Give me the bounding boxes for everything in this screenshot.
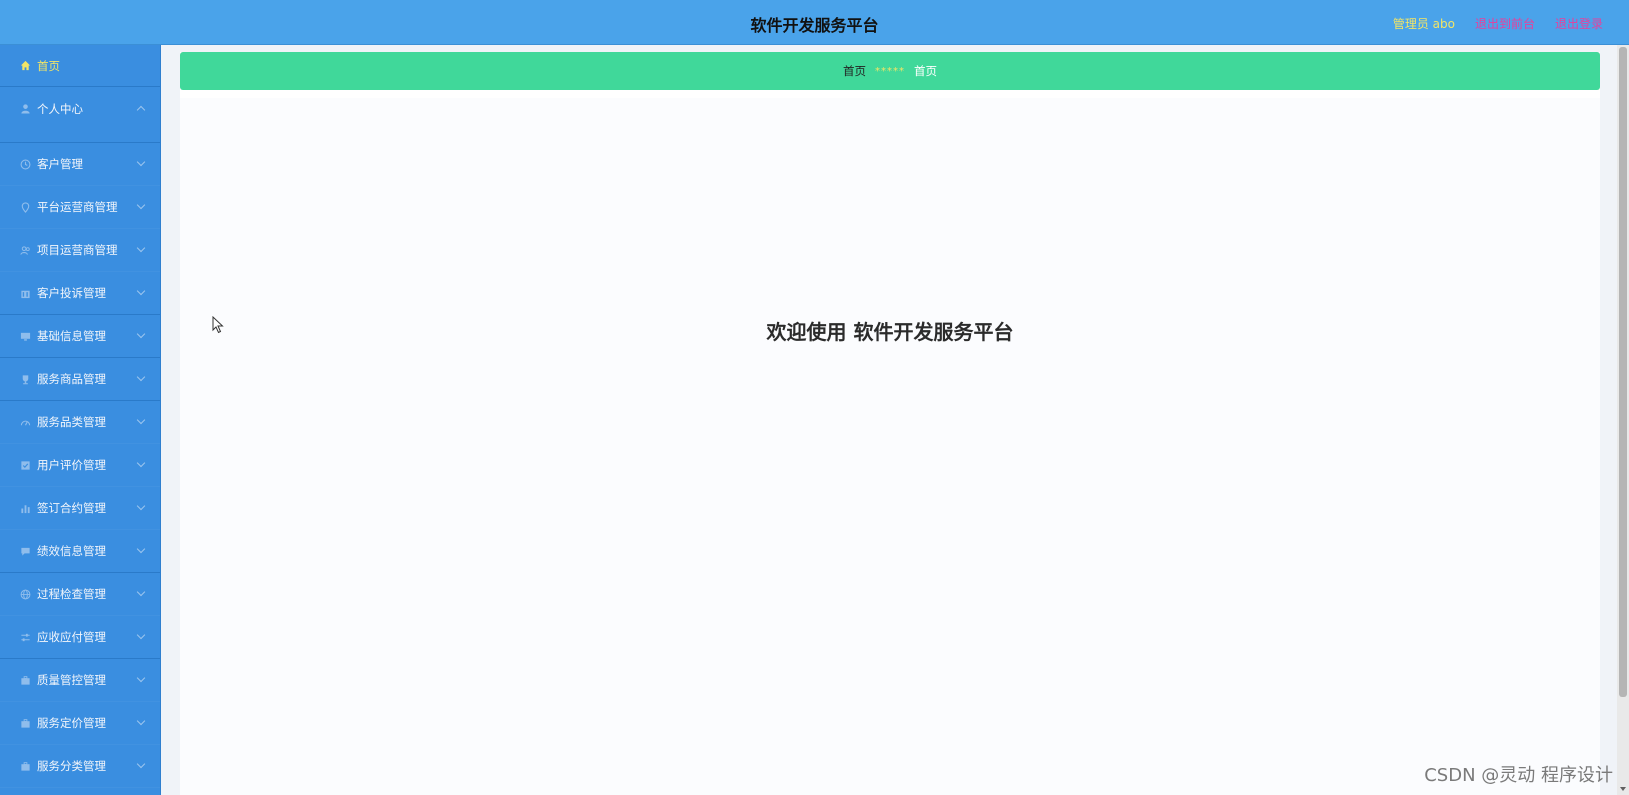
breadcrumb-current: 首页 [914, 64, 937, 78]
users-icon [19, 244, 31, 256]
sidebar-item-service-pricing[interactable]: 服务定价管理 [0, 702, 160, 745]
app-title: 软件开发服务平台 [750, 16, 879, 35]
sidebar-item-performance[interactable]: 绩效信息管理 [0, 530, 160, 573]
top-header: 软件开发服务平台 管理员 abo 退出到前台 退出登录 [0, 0, 1629, 45]
chevron-down-icon [136, 286, 146, 296]
chevron-down-icon [136, 630, 146, 640]
chevron-down-icon [136, 501, 146, 511]
chevron-down-icon [136, 157, 146, 167]
trophy-icon [19, 373, 31, 385]
chevron-down-icon [136, 716, 146, 726]
sidebar-item-contract[interactable]: 签订合约管理 [0, 487, 160, 530]
sidebar-item-label: 服务品类管理 [37, 415, 106, 429]
briefcase-icon [19, 760, 31, 772]
comment-icon [19, 545, 31, 557]
sidebar-item-service-classification[interactable]: 服务分类管理 [0, 745, 160, 788]
sidebar-item-label: 服务定价管理 [37, 716, 106, 730]
chevron-down-icon [136, 329, 146, 339]
breadcrumb: 首页 ***** 首页 [180, 52, 1600, 90]
main-content: 首页 ***** 首页 欢迎使用 软件开发服务平台 [180, 52, 1600, 795]
chevron-down-icon [136, 200, 146, 210]
watermark: CSDN @灵动 程序设计 [1424, 765, 1613, 786]
clock-icon [19, 158, 31, 170]
sidebar-item-customer[interactable]: 客户管理 [0, 143, 160, 186]
sidebar-item-customer-complaint[interactable]: 客户投诉管理 [0, 272, 160, 315]
home-icon [19, 60, 31, 72]
gauge-icon [19, 416, 31, 428]
logout-link[interactable]: 退出登录 [1555, 15, 1603, 32]
location-icon [19, 201, 31, 213]
sidebar: 首页 个人中心 客户管理 平台运营商管理 项目运营商管理 客户投诉管理 基础信息… [0, 45, 161, 795]
sliders-icon [19, 631, 31, 643]
chevron-down-icon [136, 759, 146, 769]
sidebar-item-label: 平台运营商管理 [37, 200, 118, 214]
chevron-down-icon [136, 415, 146, 425]
breadcrumb-home-link[interactable]: 首页 [843, 63, 866, 79]
bar-chart-icon [19, 502, 31, 514]
sidebar-item-label: 基础信息管理 [37, 329, 106, 343]
sidebar-item-label: 用户评价管理 [37, 458, 106, 472]
chevron-down-icon [136, 458, 146, 468]
sidebar-item-label: 绩效信息管理 [37, 544, 106, 558]
sidebar-item-home[interactable]: 首页 [0, 45, 160, 87]
sidebar-item-label: 质量管控管理 [37, 673, 106, 687]
sidebar-item-basic-info[interactable]: 基础信息管理 [0, 315, 160, 358]
chevron-down-icon [136, 243, 146, 253]
checkbox-icon [19, 459, 31, 471]
sidebar-item-label: 客户投诉管理 [37, 286, 106, 300]
sidebar-item-receivable-payable[interactable]: 应收应付管理 [0, 616, 160, 659]
monitor-icon [19, 330, 31, 342]
sidebar-item-label: 项目运营商管理 [37, 243, 118, 257]
page-body [180, 98, 1600, 795]
page-scrollbar[interactable] [1617, 45, 1629, 795]
chevron-up-icon [136, 105, 146, 114]
sidebar-item-platform-operator[interactable]: 平台运营商管理 [0, 186, 160, 229]
sidebar-item-process-check[interactable]: 过程检查管理 [0, 573, 160, 616]
sidebar-item-service-goods[interactable]: 服务商品管理 [0, 358, 160, 401]
sidebar-item-label: 服务商品管理 [37, 372, 106, 386]
chevron-down-icon [136, 372, 146, 382]
sidebar-item-label: 客户管理 [37, 157, 83, 171]
sidebar-item-label: 个人中心 [37, 101, 83, 116]
sidebar-item-user-review[interactable]: 用户评价管理 [0, 444, 160, 487]
sidebar-item-label: 服务分类管理 [37, 759, 106, 773]
sidebar-item-service-category[interactable]: 服务品类管理 [0, 401, 160, 444]
scrollbar-thumb[interactable] [1619, 47, 1627, 697]
briefcase-icon [19, 717, 31, 729]
building-icon [19, 287, 31, 299]
sidebar-item-label: 应收应付管理 [37, 630, 106, 644]
user-area: 管理员 abo 退出到前台 退出登录 [1393, 15, 1603, 32]
back-to-front-link[interactable]: 退出到前台 [1475, 15, 1535, 32]
sidebar-item-quality-control[interactable]: 质量管控管理 [0, 659, 160, 702]
breadcrumb-separator: ***** [875, 65, 905, 77]
welcome-heading: 欢迎使用 软件开发服务平台 [766, 320, 1014, 344]
chevron-down-icon [136, 587, 146, 597]
globe-icon [19, 588, 31, 600]
sidebar-item-label: 首页 [37, 58, 60, 73]
user-icon [19, 103, 31, 115]
scroll-down-arrow-icon[interactable] [1620, 787, 1626, 791]
sidebar-item-personal-center[interactable]: 个人中心 [0, 87, 160, 143]
sidebar-item-label: 签订合约管理 [37, 501, 106, 515]
briefcase-icon [19, 674, 31, 686]
chevron-down-icon [136, 544, 146, 554]
sidebar-item-label: 过程检查管理 [37, 587, 106, 601]
chevron-down-icon [136, 673, 146, 683]
sidebar-item-project-operator[interactable]: 项目运营商管理 [0, 229, 160, 272]
admin-label: 管理员 abo [1392, 17, 1455, 31]
